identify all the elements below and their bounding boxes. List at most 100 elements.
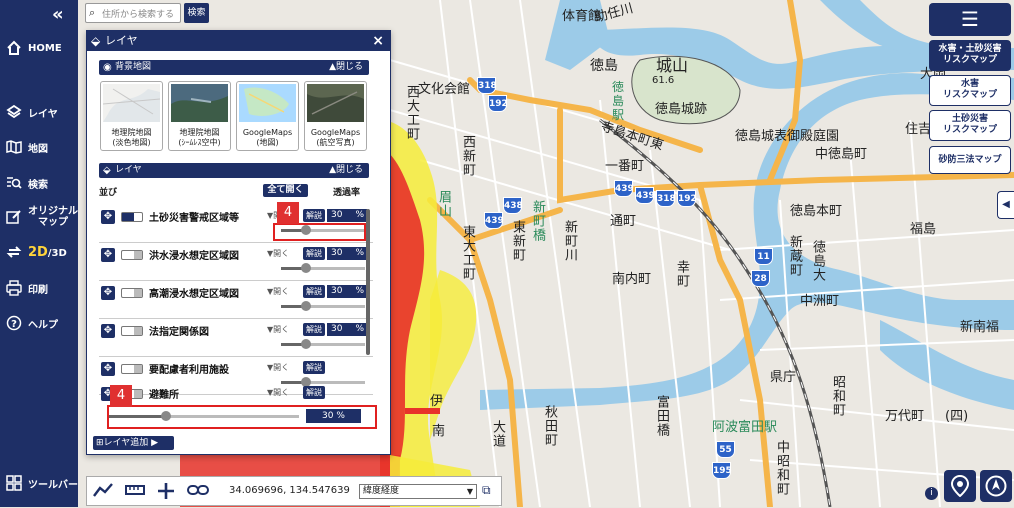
- sidebar-item-search[interactable]: 検索: [6, 175, 48, 191]
- copy-icon[interactable]: ⧉: [482, 483, 491, 498]
- search-button[interactable]: 検索: [184, 3, 209, 23]
- sidebar-item-home[interactable]: HOME: [6, 40, 62, 56]
- right-panel-collapse-tab[interactable]: ◀: [997, 191, 1014, 219]
- location-button[interactable]: [944, 470, 976, 502]
- sidebar-item-original-map[interactable]: オリジナル マップ: [6, 206, 78, 228]
- layer-name: 要配慮者利用施設: [149, 365, 229, 376]
- layer-toggle[interactable]: [121, 326, 143, 336]
- layer-opacity-slider[interactable]: [281, 263, 365, 273]
- layer-opacity-field[interactable]: 30%: [327, 247, 367, 260]
- basemap-gsi-pale[interactable]: 地理院地図 (淡色地図): [100, 81, 163, 151]
- map-label: 徳島: [590, 58, 618, 74]
- menu-button[interactable]: ☰: [929, 3, 1011, 36]
- sidebar-item-label: 地図: [28, 143, 48, 155]
- basemap-google-satellite[interactable]: GoogleMaps (航空写真): [304, 81, 367, 151]
- search-icon: ⌕: [89, 6, 96, 19]
- layer-section-close[interactable]: ▲閉じる: [329, 163, 363, 178]
- move-handle-icon[interactable]: ✥: [101, 210, 115, 224]
- map-label: 徳島駅: [612, 80, 625, 122]
- basemap-section-title: 背景地図: [115, 62, 152, 72]
- layer-explain-button[interactable]: 解説: [303, 361, 325, 374]
- layer-opacity-value: 30: [331, 286, 343, 296]
- map-label: 眉山: [436, 190, 451, 218]
- layer-row-shelter: ✥ 避難所 ▼開く 解説: [99, 384, 373, 406]
- flood-sediment-risk-map-button[interactable]: 水害・土砂災害 リスクマップ: [929, 40, 1011, 71]
- map-label: 住吉: [905, 122, 932, 137]
- basemap-label: 地理院地図 (ｼｰﾑﾚｽ空中): [178, 128, 221, 147]
- basemap-thumbnail: [171, 84, 228, 122]
- basemap-section-close[interactable]: ▲閉じる: [329, 60, 363, 75]
- sediment-risk-map-button[interactable]: 土砂災害 リスクマップ: [929, 110, 1011, 141]
- basemap-label: GoogleMaps (航空写真): [310, 128, 361, 147]
- layer-explain-button[interactable]: 解説: [303, 209, 325, 222]
- sidebar-item-label: ツールバー: [28, 479, 78, 491]
- sabo-law-map-button[interactable]: 砂防三法マップ: [929, 146, 1011, 174]
- layers-icon: [6, 104, 22, 120]
- coord-format-value: 緯度経度: [363, 486, 400, 496]
- layer-name: 高潮浸水想定区域図: [149, 289, 239, 300]
- search-placeholder: 住所から検索する: [102, 10, 175, 20]
- coord-format-select[interactable]: 緯度経度 ▼: [359, 484, 477, 499]
- sidebar-item-2d3d[interactable]: 2D/3D: [6, 244, 67, 260]
- ruler-icon[interactable]: [125, 482, 145, 502]
- info-icon[interactable]: i: [925, 487, 938, 500]
- link-icon[interactable]: [187, 482, 209, 502]
- flood-risk-map-button[interactable]: 水害 リスクマップ: [929, 75, 1011, 106]
- layer-opacity-slider[interactable]: [281, 339, 365, 349]
- map-label: 南内町: [612, 272, 652, 287]
- layer-explain-button[interactable]: 解説: [303, 285, 325, 298]
- basemap-google-map[interactable]: GoogleMaps (地図): [236, 81, 299, 151]
- sidebar-item-toolbar[interactable]: ツールバー: [6, 475, 78, 491]
- collapse-sidebar-button[interactable]: «: [52, 4, 64, 25]
- layer-opacity-value: 30: [331, 324, 343, 334]
- layer-explain-button[interactable]: 解説: [303, 323, 325, 336]
- crosshair-icon[interactable]: [157, 482, 175, 504]
- basemap-gsi-aerial[interactable]: 地理院地図 (ｼｰﾑﾚｽ空中): [168, 81, 231, 151]
- sidebar-item-layer[interactable]: レイヤ: [6, 104, 58, 120]
- layer-opacity-slider[interactable]: [281, 301, 365, 311]
- sidebar-item-help[interactable]: ? ヘルプ: [6, 315, 58, 331]
- map-label: 中洲町: [800, 294, 840, 309]
- map-label: 中徳島町: [815, 147, 868, 162]
- layer-explain-button[interactable]: 解説: [303, 247, 325, 260]
- slider-knob[interactable]: [301, 339, 312, 349]
- sidebar-item-print[interactable]: 印刷: [6, 280, 48, 296]
- layer-expand[interactable]: ▼開く: [267, 387, 289, 398]
- sidebar-item-map[interactable]: 地図: [6, 139, 48, 155]
- layer-toggle[interactable]: [121, 212, 143, 222]
- map-label: 中昭和町: [774, 440, 789, 496]
- layer-toggle[interactable]: [121, 288, 143, 298]
- map-label: 県庁: [770, 370, 797, 385]
- move-handle-icon[interactable]: ✥: [101, 286, 115, 300]
- slider-knob[interactable]: [301, 263, 312, 273]
- route-shield: 438: [503, 197, 523, 214]
- close-icon[interactable]: ×: [372, 31, 384, 51]
- layer-explain-button[interactable]: 解説: [303, 386, 325, 399]
- layer-toggle[interactable]: [121, 250, 143, 260]
- polyline-icon[interactable]: [93, 482, 113, 502]
- slider-knob[interactable]: [301, 301, 312, 311]
- move-handle-icon[interactable]: ✥: [101, 362, 115, 376]
- layer-expand[interactable]: ▼開く: [267, 362, 289, 373]
- move-handle-icon[interactable]: ✥: [101, 324, 115, 338]
- compass-button[interactable]: [980, 470, 1012, 502]
- address-search-input[interactable]: ⌕ 住所から検索する: [85, 3, 181, 23]
- home-icon: [6, 40, 22, 56]
- layer-expand[interactable]: ▼開く: [267, 324, 289, 335]
- map-label: 61.6: [652, 75, 675, 86]
- layer-list-scrollbar[interactable]: [366, 209, 370, 355]
- layer-name: 避難所: [149, 390, 179, 401]
- annotation-badge: 4: [277, 202, 299, 224]
- layer-opacity-field[interactable]: 30%: [327, 285, 367, 298]
- location-pin-icon: [950, 474, 970, 498]
- add-layer-button[interactable]: ⊞レイヤ追加 ▶: [93, 436, 174, 450]
- layer-expand[interactable]: ▼開く: [267, 286, 289, 297]
- layer-opacity-value: 30: [331, 210, 343, 220]
- layer-toggle[interactable]: [121, 364, 143, 374]
- layer-opacity-field[interactable]: 30%: [327, 209, 367, 222]
- move-handle-icon[interactable]: ✥: [101, 248, 115, 262]
- layer-opacity-field[interactable]: 30%: [327, 323, 367, 336]
- search-list-icon: [6, 175, 22, 191]
- layer-expand[interactable]: ▼開く: [267, 248, 289, 259]
- open-all-button[interactable]: 全て開く: [263, 184, 308, 197]
